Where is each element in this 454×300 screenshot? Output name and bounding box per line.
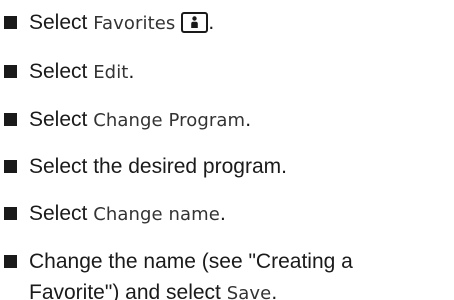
ui-term-edit: Edit xyxy=(93,62,129,83)
ui-term-favorites: Favorites xyxy=(93,13,176,34)
step-lead: Select xyxy=(29,11,94,34)
step-lead: Favorite") and select xyxy=(29,281,227,300)
favorites-icon xyxy=(181,12,209,33)
step-lead: Select xyxy=(29,108,94,131)
square-bullet-icon xyxy=(4,160,17,173)
step-lead: Select xyxy=(29,60,94,83)
step-tail: . xyxy=(128,60,135,83)
step-text: Select Change name. xyxy=(29,198,454,230)
ui-term-change-program: Change Program xyxy=(93,110,246,131)
ui-term-change-name: Change name xyxy=(93,204,220,225)
step-lead: Select xyxy=(29,202,94,225)
square-bullet-icon xyxy=(4,113,17,126)
step-tail: . xyxy=(208,11,215,34)
square-bullet-icon xyxy=(4,16,17,29)
square-bullet-icon xyxy=(4,207,17,220)
step-tail: . xyxy=(271,281,278,300)
square-bullet-icon xyxy=(4,255,17,268)
step-tail: . xyxy=(245,108,252,131)
square-bullet-icon xyxy=(4,65,17,78)
step-text-line-1: Change the name (see "Creating a xyxy=(29,250,353,273)
step-text-line-2: Favorite") and select Save. xyxy=(29,277,277,300)
step-text: Select Edit. xyxy=(29,56,454,88)
ui-term-save: Save xyxy=(226,283,272,300)
step-text: Select Favorites. xyxy=(29,7,454,39)
step-tail: . xyxy=(220,202,226,225)
step-text: Select Change Program. xyxy=(29,104,454,136)
step-text: Select the desired program. xyxy=(29,155,287,178)
